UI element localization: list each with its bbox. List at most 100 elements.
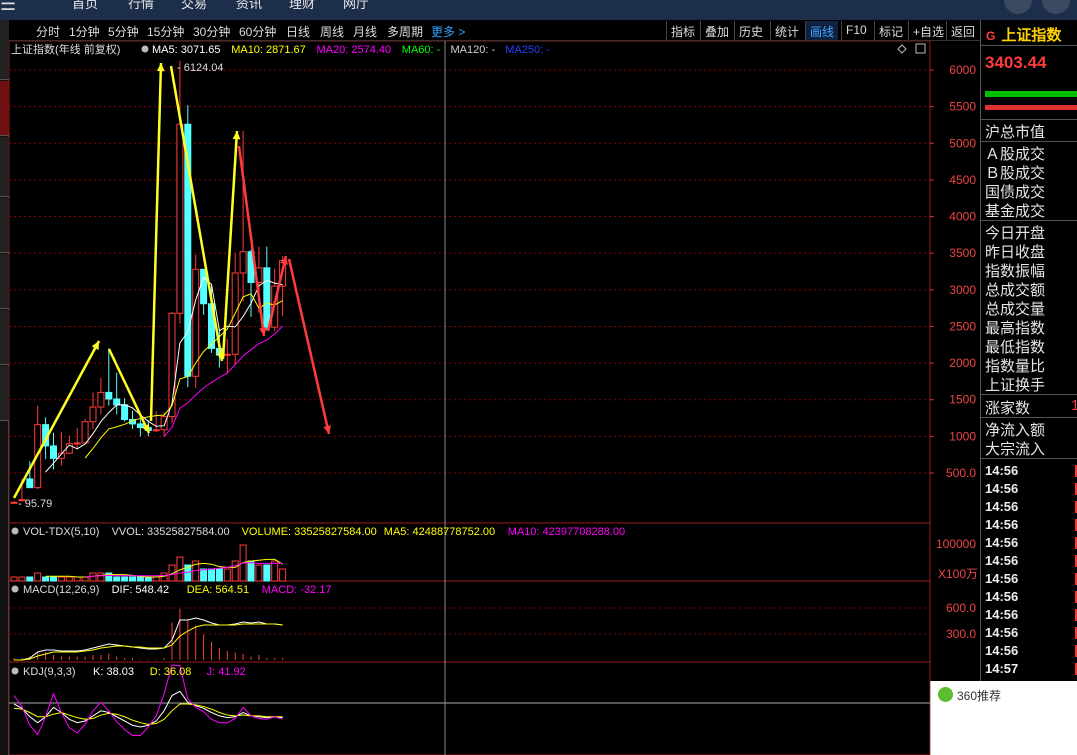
volume-bar xyxy=(200,568,208,582)
volume-bar xyxy=(263,564,271,582)
volume-bar xyxy=(73,576,81,582)
quote-label: 指数量比 xyxy=(985,358,1046,375)
period-tab-more[interactable]: 更多 > xyxy=(431,23,465,40)
vol-value: MA10: 42397708288.00 xyxy=(508,526,625,538)
index-quote-panel: G 上证指数 3403.44 沪总市值 Ａ股成交 Ｂ股成交 国债成交 基金成交 今日开盘 昨日… xyxy=(980,20,1077,755)
left-tab-analysis[interactable]: 分析 xyxy=(0,137,9,197)
period-tab-60min[interactable]: 60分钟 xyxy=(239,23,276,40)
volume-bar xyxy=(57,576,65,582)
ma-value: MA250: - xyxy=(505,44,550,56)
candle-body xyxy=(136,423,144,429)
kline-chart[interactable]: - 6124.04 - 95.79 6000 5500 5000 4500 4000 350… xyxy=(9,41,980,755)
volume-bar xyxy=(271,560,279,582)
low-price-label: - 95.79 xyxy=(18,498,52,510)
volume-bar xyxy=(34,572,42,582)
toolbar-stats[interactable]: 统计 xyxy=(770,21,803,40)
volume-bar xyxy=(50,576,57,582)
period-tab-minute[interactable]: 分时 xyxy=(36,23,60,40)
quote-label: 昨日收盘 xyxy=(985,244,1046,261)
period-tab-15min[interactable]: 15分钟 xyxy=(147,23,184,40)
ad-popup[interactable]: 360推荐 xyxy=(930,681,1077,755)
high-price-label: - 6124.04 xyxy=(177,62,223,74)
macd-value: DEA: 564.51 xyxy=(187,584,249,596)
nav-finance[interactable]: 理财 xyxy=(289,0,315,12)
y-tick-label: 2000 xyxy=(949,356,976,370)
volume-bar xyxy=(160,572,168,582)
left-tab-info[interactable]: 资料 xyxy=(0,254,9,309)
tick-time: 14:56 xyxy=(985,553,1019,568)
panel-collapse-icon xyxy=(11,667,19,675)
y-tick-label: 5500 xyxy=(949,100,976,114)
quote-label: Ｂ股成交 xyxy=(985,165,1046,182)
period-tab-week[interactable]: 周线 xyxy=(320,23,344,40)
kdj-value: J: 41.92 xyxy=(207,666,246,678)
menu-icon[interactable]: ☰ xyxy=(0,0,16,15)
tick-time: 14:56 xyxy=(985,517,1019,532)
macd-y-label: 300.0 xyxy=(946,627,976,641)
left-tab-technical[interactable]: 技术 xyxy=(0,81,9,136)
left-function-tabs: 分时 技术 分析 基本 资料 交易 系统 xyxy=(0,20,9,755)
quote-label: 总成交额 xyxy=(985,282,1046,299)
tick-time: 14:56 xyxy=(985,643,1019,658)
y-tick-label: 3000 xyxy=(949,283,976,297)
nav-online-hall[interactable]: 网厅 xyxy=(343,0,369,12)
toolbar-indicator[interactable]: 指标 xyxy=(666,21,699,40)
period-tab-multi[interactable]: 多周期 xyxy=(387,23,423,40)
volume-bar xyxy=(97,572,105,582)
trend-arrow xyxy=(149,62,163,422)
y-tick-label: 6000 xyxy=(949,63,976,77)
toolbar-add-favorite[interactable]: +自选 xyxy=(908,21,948,40)
macd-title: MACD(12,26,9) xyxy=(23,584,99,596)
vol-y-label: 100000 xyxy=(936,537,976,551)
period-tab-month[interactable]: 月线 xyxy=(353,23,377,40)
candle-body xyxy=(97,391,105,408)
tick-time: 14:56 xyxy=(985,571,1019,586)
360-logo-icon xyxy=(938,687,953,702)
nav-quotes[interactable]: 行情 xyxy=(128,0,154,12)
candle-body xyxy=(26,478,34,489)
candle-body xyxy=(263,267,271,328)
index-price: 3403.44 xyxy=(985,53,1047,72)
left-tab-basic[interactable]: 基本 xyxy=(0,198,9,253)
volume-bar xyxy=(121,576,129,582)
toolbar-mark[interactable]: 标记 xyxy=(874,21,907,40)
left-tab-trade[interactable]: 交易 xyxy=(0,310,9,365)
left-tab-system[interactable]: 系统 xyxy=(0,366,9,421)
toolbar-back[interactable]: 返回 xyxy=(946,21,979,40)
d-line xyxy=(13,703,283,725)
macd-y-label: 600.0 xyxy=(946,601,976,615)
nav-home[interactable]: 首页 xyxy=(72,0,98,12)
y-tick-label: 3500 xyxy=(949,246,976,260)
dea-line xyxy=(14,623,283,661)
user-icon[interactable] xyxy=(1004,0,1032,14)
vol-title: VOL-TDX(5,10) xyxy=(23,526,99,538)
period-tab-5min[interactable]: 5分钟 xyxy=(108,23,139,40)
toolbar-history[interactable]: 历史 xyxy=(734,21,767,40)
ma-value: MA10: 2871.67 xyxy=(231,44,306,56)
left-tab-minute[interactable]: 分时 xyxy=(0,20,9,80)
period-tab-1min[interactable]: 1分钟 xyxy=(69,23,100,40)
vol-value: VVOL: 33525827584.00 xyxy=(112,526,230,538)
quote-label: 最低指数 xyxy=(985,339,1046,356)
arrow-head xyxy=(156,63,165,72)
arrow-head xyxy=(232,131,241,140)
candle-body xyxy=(73,442,81,445)
period-tab-day[interactable]: 日线 xyxy=(286,23,310,40)
quote-label: 涨家数 xyxy=(985,400,1031,417)
tick-time: 14:56 xyxy=(985,625,1019,640)
group-tag: G xyxy=(986,29,996,43)
period-tab-30min[interactable]: 30分钟 xyxy=(193,23,230,40)
quote-label: 最高指数 xyxy=(985,320,1046,337)
volume-bar xyxy=(10,576,18,582)
kdj-value: K: 38.03 xyxy=(93,666,134,678)
volume-bar xyxy=(208,568,215,582)
toolbar-draw-line[interactable]: 画线 xyxy=(805,21,839,40)
quote-label: 沪总市值 xyxy=(985,124,1046,141)
toolbar-overlay[interactable]: 叠加 xyxy=(700,21,733,40)
nav-news[interactable]: 资讯 xyxy=(236,0,262,12)
nav-trade[interactable]: 交易 xyxy=(181,0,207,12)
candle-body xyxy=(223,353,231,356)
toolbar-f10[interactable]: F10 xyxy=(841,21,871,40)
volume-bar xyxy=(255,564,263,582)
search-icon[interactable] xyxy=(1042,0,1070,14)
